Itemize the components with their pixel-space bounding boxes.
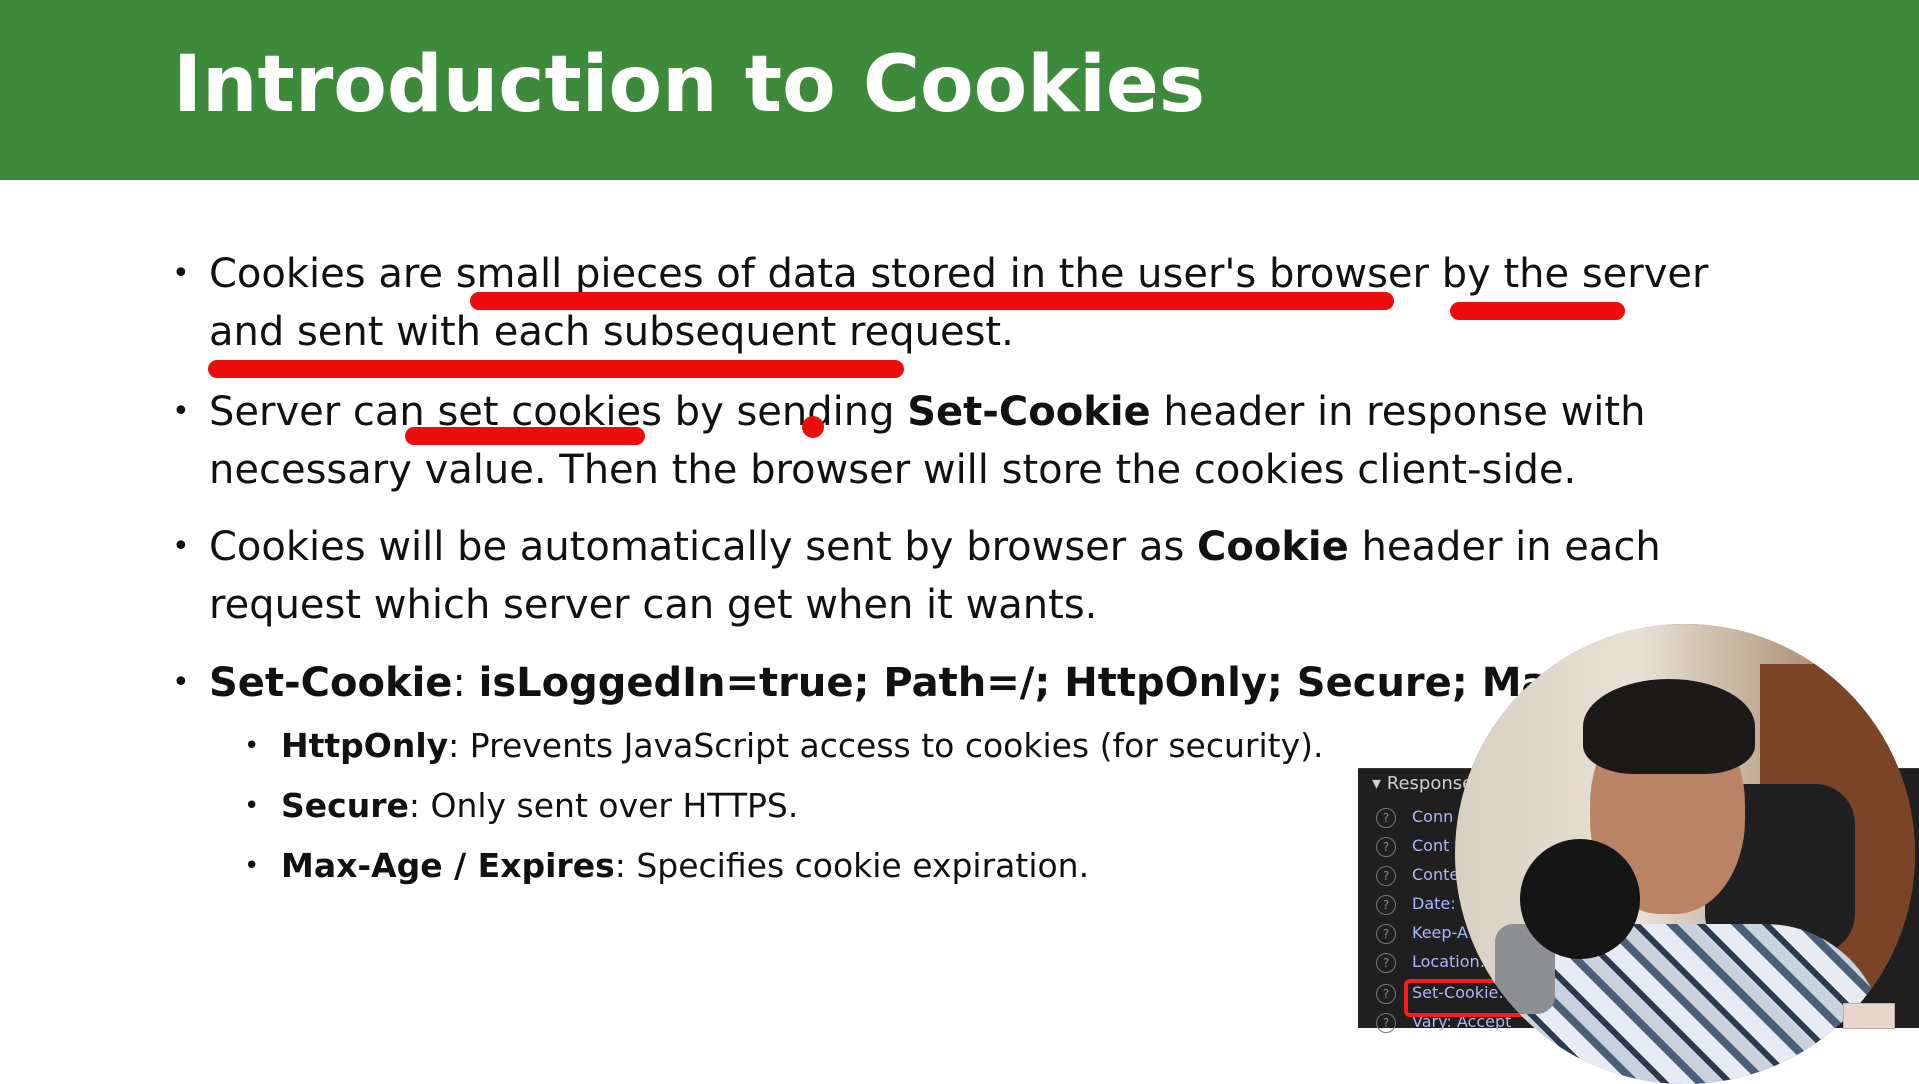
desc: : Only sent over HTTPS. — [408, 786, 799, 825]
term: Secure — [281, 786, 409, 825]
bullet-3: • Cookies will be automatically sent by … — [172, 518, 1772, 634]
desc: : Prevents JavaScript access to cookies … — [448, 726, 1324, 765]
bullet-4-set-cookie: Set-Cookie — [209, 660, 453, 706]
bullet-dot: • — [172, 394, 190, 429]
bullet-2-set-cookie: Set-Cookie — [907, 389, 1151, 435]
row-label: Conte — [1412, 865, 1460, 884]
help-icon: ? — [1376, 984, 1396, 1004]
bullet-dot: • — [244, 731, 260, 761]
devtools-row[interactable]: ? Cont — [1376, 836, 1449, 857]
sub-bullet-text: HttpOnly: Prevents JavaScript access to … — [281, 723, 1323, 769]
row-label: Conn — [1412, 807, 1454, 826]
annotation-underline — [208, 360, 904, 378]
bullet-3-part-1: Cookies will be automatically sent by br… — [209, 524, 1198, 570]
help-icon: ? — [1376, 866, 1396, 886]
bullet-dot: • — [172, 529, 190, 564]
bullet-dot: • — [172, 256, 190, 291]
row-label: Cont — [1412, 836, 1450, 855]
help-icon: ? — [1376, 895, 1396, 915]
bullet-dot: • — [172, 665, 190, 700]
desc: : Specifies cookie expiration. — [614, 846, 1090, 885]
annotation-underline — [470, 292, 1394, 310]
help-icon: ? — [1376, 953, 1396, 973]
bullet-dot: • — [244, 791, 260, 821]
bullet-3-cookie: Cookie — [1197, 524, 1349, 570]
annotation-underline — [1450, 302, 1625, 320]
microphone-icon — [1520, 839, 1640, 959]
term: Max-Age / Expires — [281, 846, 615, 885]
devtools-row[interactable]: ? Conn — [1376, 807, 1453, 828]
devtools-row[interactable]: ? Date: — [1376, 894, 1456, 915]
bullet-3-text: Cookies will be automatically sent by br… — [209, 518, 1749, 634]
presenter-hair — [1583, 679, 1755, 774]
annotation-underline — [405, 427, 645, 445]
devtools-row[interactable]: ? Conte — [1376, 865, 1459, 886]
row-label: Date: — [1412, 894, 1456, 913]
bullet-dot: • — [244, 851, 260, 881]
sub-bullet-text: Secure: Only sent over HTTPS. — [281, 783, 798, 829]
help-icon: ? — [1376, 808, 1396, 828]
bullet-4-colon: : — [452, 660, 479, 706]
term: HttpOnly — [281, 726, 449, 765]
sub-bullet-text: Max-Age / Expires: Specifies cookie expi… — [281, 843, 1089, 889]
channel-logo — [1843, 1003, 1895, 1029]
annotation-dot — [802, 416, 824, 438]
help-icon: ? — [1376, 1013, 1396, 1033]
help-icon: ? — [1376, 924, 1396, 944]
help-icon: ? — [1376, 837, 1396, 857]
